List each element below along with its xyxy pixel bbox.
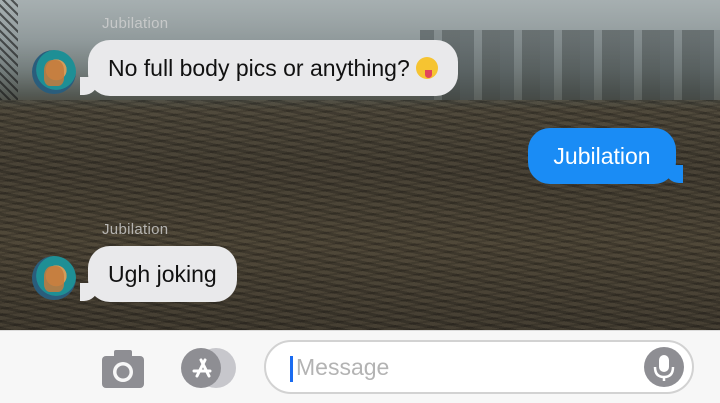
microphone-button[interactable] [644, 347, 684, 387]
avatar[interactable] [32, 256, 76, 300]
camera-icon [102, 350, 144, 388]
text-caret [290, 356, 293, 382]
app-store-button[interactable] [180, 347, 236, 389]
message-text: Jubilation [553, 143, 651, 169]
message-text: Ugh joking [108, 261, 217, 287]
incoming-message-bubble[interactable]: Ugh joking [88, 246, 237, 302]
avatar[interactable] [32, 50, 76, 94]
message-placeholder: Message [296, 354, 390, 380]
microphone-icon [653, 355, 675, 381]
sender-name: Jubilation [102, 221, 169, 238]
app-store-icon [181, 348, 236, 388]
winking-face-with-tongue-icon [415, 56, 438, 79]
message-input[interactable]: Message [264, 340, 694, 394]
sender-name: Jubilation [102, 15, 169, 32]
camera-button[interactable] [100, 346, 146, 390]
message-text: No full body pics or anything? [108, 55, 410, 81]
outgoing-message-bubble[interactable]: Jubilation [528, 128, 676, 184]
incoming-message-bubble[interactable]: No full body pics or anything? [88, 40, 458, 96]
